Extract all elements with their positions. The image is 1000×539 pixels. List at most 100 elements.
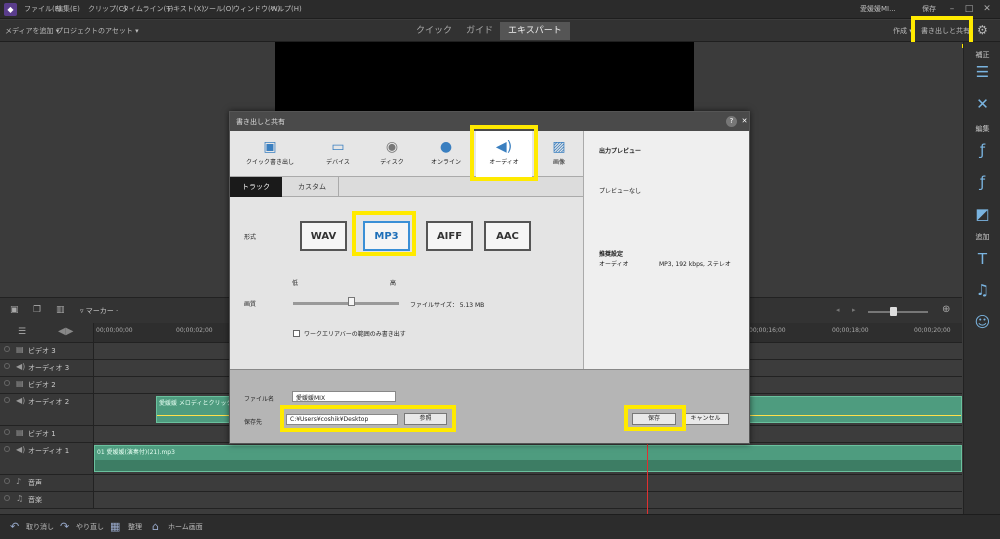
category-disc[interactable]: ◉ ディスク — [366, 131, 418, 177]
tab-quick[interactable]: クイック — [408, 22, 460, 40]
category-image[interactable]: ▨ 画像 — [536, 131, 582, 177]
music-icon[interactable]: ♫ — [973, 280, 992, 299]
track-name: オーディオ 1 — [28, 447, 70, 455]
add-label: 追加 — [975, 233, 990, 241]
track-header[interactable]: ◀) オーディオ 3 — [0, 360, 94, 376]
clip-label: 01 愛媛媛(演奏付)(21).mp3 — [97, 449, 175, 456]
menu-edit[interactable]: 編集(E) — [56, 4, 80, 14]
menu-help[interactable]: ヘルプ(H) — [270, 4, 302, 14]
track-name: オーディオ 2 — [28, 398, 70, 406]
toggle-icon[interactable] — [4, 380, 10, 386]
globe-icon: ● — [439, 139, 453, 155]
transition-icon[interactable]: ◩ — [973, 204, 992, 223]
tab-track[interactable]: トラック — [230, 177, 282, 197]
category-label: デバイス — [326, 159, 350, 166]
tick-label: 00;00;16;00 — [749, 327, 786, 334]
zoom-in-icon[interactable]: ⊕ — [942, 304, 950, 315]
edit-label: 編集 — [975, 125, 990, 133]
track-header[interactable]: ♪ 音声 — [0, 475, 94, 491]
track-header[interactable]: ◀) オーディオ 2 — [0, 394, 94, 425]
category-quick-export[interactable]: ▣ クイック書き出し — [230, 131, 310, 177]
track-header[interactable]: ♫ 音楽 — [0, 492, 94, 508]
redo-icon[interactable]: ↷ — [60, 520, 69, 533]
marker-dropdown[interactable]: ▿ マーカー · — [80, 306, 118, 316]
track-options-icon[interactable]: ☰ — [18, 327, 26, 337]
highlight-audio-category — [470, 125, 538, 181]
track-name: 音声 — [28, 479, 42, 487]
add-media-menu[interactable]: メディアを追加 ▾ — [5, 26, 59, 36]
highlight-mp3-format — [352, 211, 416, 256]
toggle-icon[interactable] — [4, 397, 10, 403]
home-button[interactable]: ホーム画面 — [168, 522, 203, 532]
maximize-icon[interactable]: □ — [963, 3, 975, 15]
track-header[interactable]: ▤ ビデオ 3 — [0, 343, 94, 359]
category-label: ディスク — [380, 159, 404, 166]
bottom-bar: ↶ 取り消し ↷ やり直し ▦ 整理 ⌂ ホーム画面 — [0, 514, 1000, 539]
organizer-icon[interactable]: ▦ — [110, 520, 120, 533]
copy-icon[interactable]: ❐ — [33, 305, 41, 315]
toggle-icon[interactable] — [4, 478, 10, 484]
save-menu[interactable]: 保存 — [922, 4, 936, 14]
format-wav[interactable]: WAV — [300, 221, 347, 251]
workarea-checkbox[interactable] — [293, 330, 300, 337]
quality-high-label: 高 — [390, 280, 397, 287]
tab-custom[interactable]: カスタム — [286, 177, 339, 197]
menu-tools[interactable]: ツール(O) — [202, 4, 234, 14]
fx-icon[interactable]: ƒ — [973, 172, 992, 191]
track-header[interactable]: ▤ ビデオ 2 — [0, 377, 94, 393]
zoom-slider[interactable] — [868, 311, 928, 313]
format-aiff[interactable]: AIFF — [426, 221, 473, 251]
close-icon[interactable]: ✕ — [981, 3, 993, 15]
trash-icon[interactable]: ▥ — [56, 305, 65, 315]
title-text-icon[interactable]: T — [973, 249, 992, 268]
waveform — [95, 460, 961, 471]
tick-label: 00;00;00;00 — [96, 327, 133, 334]
category-online[interactable]: ● オンライン — [420, 131, 472, 177]
category-device[interactable]: ▭ デバイス — [312, 131, 364, 177]
menu-clip[interactable]: クリップ(C) — [88, 4, 126, 14]
video-track-icon: ▤ — [16, 345, 24, 354]
toggle-icon[interactable] — [4, 346, 10, 352]
quality-slider-knob[interactable] — [347, 297, 355, 306]
tab-guide[interactable]: ガイド — [458, 22, 501, 40]
workarea-label: ワークエリアバーの範囲のみ書き出す — [304, 331, 406, 338]
adjust-sliders-icon[interactable]: ☰ — [973, 62, 992, 81]
home-icon[interactable]: ⌂ — [152, 520, 159, 533]
audio-clip[interactable]: 01 愛媛媛(演奏付)(21).mp3 — [94, 445, 962, 472]
project-assets-menu[interactable]: プロジェクトのアセット ▾ — [56, 26, 139, 36]
toggle-icon[interactable] — [4, 446, 10, 452]
quality-slider[interactable] — [293, 302, 399, 305]
menu-text[interactable]: テキスト(X) — [166, 4, 204, 14]
toggle-icon[interactable] — [4, 495, 10, 501]
audio-track-icon: ◀) — [16, 396, 26, 405]
redo-button[interactable]: やり直し — [76, 522, 104, 532]
user-name[interactable]: 愛媛媛MI... — [860, 4, 896, 14]
app-logo-icon: ◆ — [4, 3, 17, 16]
camera-icon[interactable]: ▣ — [10, 305, 19, 315]
gear-icon[interactable]: ⚙ — [977, 23, 988, 37]
cancel-button[interactable]: キャンセル — [682, 413, 729, 425]
track-header[interactable]: ▤ ビデオ 1 — [0, 426, 94, 442]
help-icon[interactable]: ? — [726, 116, 737, 127]
tab-expert[interactable]: エキスパート — [500, 22, 570, 40]
toggle-icon[interactable] — [4, 429, 10, 435]
track-header[interactable]: ◀) オーディオ 1 — [0, 443, 94, 474]
undo-button[interactable]: 取り消し — [26, 522, 54, 532]
track-name: 音楽 — [28, 496, 42, 504]
minimize-icon[interactable]: – — [946, 3, 958, 15]
dialog-close-icon[interactable]: ✕ — [739, 116, 750, 127]
graphics-smiley-icon[interactable]: ☺ — [973, 312, 992, 331]
toggle-icon[interactable] — [4, 363, 10, 369]
filename-input[interactable]: 愛媛媛MIX — [292, 391, 396, 402]
undo-icon[interactable]: ↶ — [10, 520, 19, 533]
snap-icon[interactable]: ◀▶ — [58, 326, 73, 337]
next-icon[interactable]: ▸ — [852, 306, 856, 314]
organizer-button[interactable]: 整理 — [128, 522, 142, 532]
zoom-slider-knob[interactable] — [890, 307, 897, 316]
create-menu[interactable]: 作成 ▾ — [893, 26, 913, 36]
adjust-label: 補正 — [975, 51, 990, 59]
prev-icon[interactable]: ◂ — [836, 306, 840, 314]
format-aac[interactable]: AAC — [484, 221, 531, 251]
tools-icon[interactable]: ✕ — [973, 94, 992, 113]
effects-fx-icon[interactable]: ƒ — [973, 140, 992, 159]
